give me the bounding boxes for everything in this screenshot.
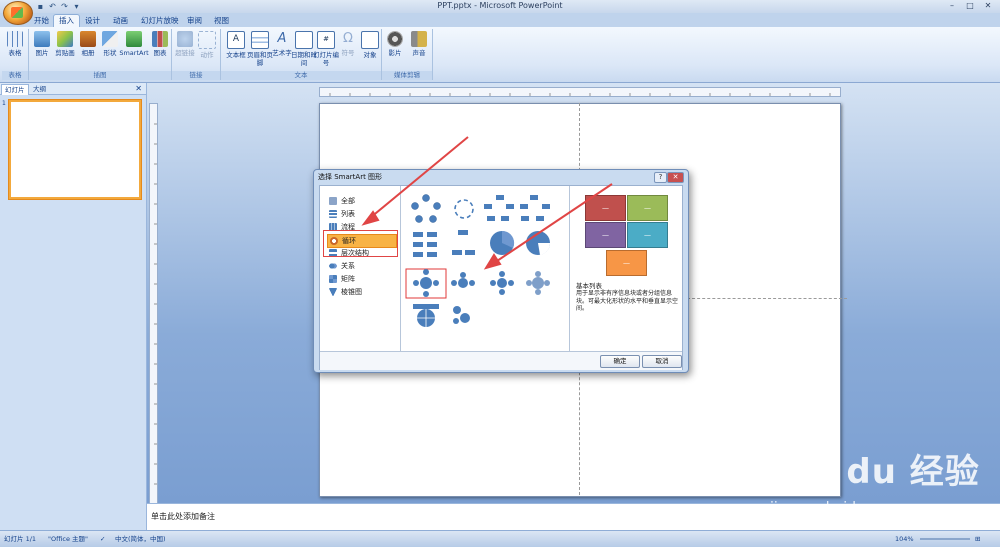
watermark-brand: Bai du 经验 (770, 452, 980, 492)
arrow-line-1 (369, 136, 469, 219)
watermark-url: jingyan.baidu.com (770, 500, 900, 516)
watermark: Bai du 经验 jingyan.baidu.com (740, 444, 990, 534)
arrow-line-2 (493, 183, 613, 264)
arrow-head-2 (483, 253, 502, 270)
office-logo-icon (11, 7, 23, 18)
office-button[interactable] (3, 1, 33, 25)
